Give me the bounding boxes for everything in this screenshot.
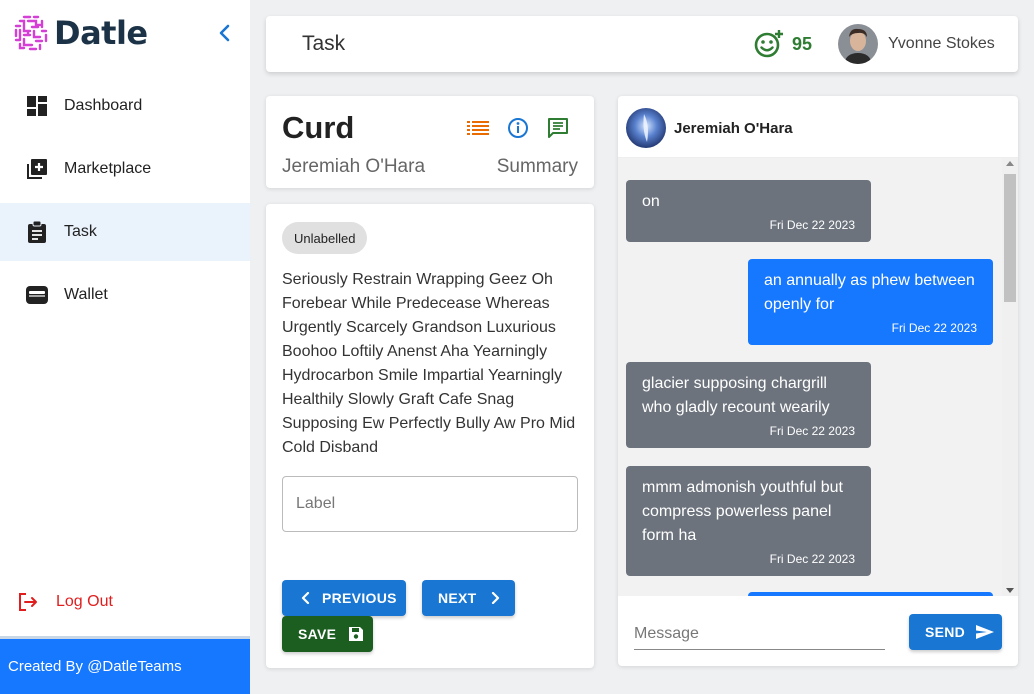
collapse-sidebar-button[interactable] [214,22,236,44]
avatar [838,24,878,64]
comment-icon[interactable] [546,116,570,140]
contact-avatar [626,108,666,148]
previous-button[interactable]: PREVIOUS [282,580,406,616]
message-text: on [642,193,660,210]
logout-button[interactable]: Log Out [16,590,113,614]
scroll-down-arrow-icon[interactable] [1006,588,1014,593]
chat-scrollbar[interactable] [1002,158,1018,596]
user-profile[interactable]: Yvonne Stokes [838,24,995,64]
message-time: Fri Dec 22 2023 [769,218,855,232]
logout-label: Log Out [56,593,113,610]
message-text: mmm admonish youthful but compress power… [642,479,843,544]
sidebar-item-label: Dashboard [64,97,143,114]
chat-header: Jeremiah O'Hara [618,96,1018,158]
chevron-left-icon [298,590,314,606]
smiley-plus-icon [754,30,783,58]
page-title: Task [302,32,346,55]
message-time: Fri Dec 22 2023 [891,321,977,335]
message-list[interactable]: on Fri Dec 22 2023 an annually as phew b… [618,158,1018,596]
message-bubble-outgoing: an annually as phew between openly for F… [748,259,993,345]
message-bubble-incoming: glacier supposing chargrill who gladly r… [626,362,871,448]
label-input[interactable] [282,476,578,532]
message-time: Fri Dec 22 2023 [769,424,855,438]
score-value: 95 [792,33,813,54]
message-text: an annually as phew between openly for [764,272,975,313]
message-text: glacier supposing chargrill who gladly r… [642,375,830,416]
sidebar-item-wallet[interactable]: Wallet [0,266,250,324]
contact-name: Jeremiah O'Hara [674,120,793,137]
floppy-disk-icon [348,626,364,642]
task-actions [466,116,586,140]
send-button[interactable]: SEND [909,614,1002,650]
task-title-card: Curd Jeremiah O'Hara Summary [266,96,594,188]
chat-panel: Jeremiah O'Hara on Fri Dec 22 2023 an an… [618,96,1018,666]
message-bubble-incoming: on Fri Dec 22 2023 [626,180,871,242]
clipboard-icon [26,221,48,243]
message-input[interactable] [634,618,885,650]
save-button[interactable]: SAVE [282,616,373,652]
sidebar-item-dashboard[interactable]: Dashboard [0,77,250,135]
score-badge[interactable]: 95 [754,29,812,59]
message-bubble-incoming: mmm admonish youthful but compress power… [626,466,871,576]
sidebar-item-label: Task [64,223,97,240]
maze-logo-icon [14,15,48,51]
task-body-card: Unlabelled Seriously Restrain Wrapping G… [266,204,594,668]
message-time: Fri Dec 22 2023 [769,552,855,566]
save-label: SAVE [298,626,337,642]
next-button[interactable]: NEXT [422,580,515,616]
sidebar-item-marketplace[interactable]: Marketplace [0,140,250,198]
send-label: SEND [925,624,966,640]
chevron-right-icon [487,590,503,606]
sidebar-item-label: Marketplace [64,160,152,177]
dashboard-icon [26,95,48,117]
scroll-thumb[interactable] [1004,174,1016,302]
message-bubble-outgoing-partial [748,592,993,596]
sidebar-nav: Dashboard Marketplace Task Wallet [0,77,250,329]
wallet-icon [26,284,48,306]
send-icon [975,624,995,640]
footer-credit: Created By @DatleTeams [0,636,250,694]
sidebar-item-task[interactable]: Task [0,203,250,261]
task-title: Curd [282,110,355,145]
top-header: Task 95 Yvonne Stokes [266,16,1018,72]
brand[interactable]: Datle [12,14,148,52]
add-box-icon [26,158,48,180]
logout-icon [19,593,37,611]
label-chip[interactable]: Unlabelled [282,222,368,254]
sidebar: Datle Dashboard Marketplace Task Wallet … [0,0,250,694]
task-description: Seriously Restrain Wrapping Geez Oh Fore… [282,271,576,456]
scroll-up-arrow-icon[interactable] [1006,161,1014,166]
sidebar-item-label: Wallet [64,286,108,303]
next-label: NEXT [438,590,477,606]
list-icon[interactable] [466,116,490,140]
info-icon[interactable] [506,116,530,140]
previous-label: PREVIOUS [322,590,397,606]
task-author: Jeremiah O'Hara [282,156,426,177]
footer-text: Created By @DatleTeams [8,658,182,675]
chevron-left-icon [219,24,230,42]
user-name: Yvonne Stokes [888,35,995,52]
summary-link[interactable]: Summary [497,156,578,178]
brand-name: Datle [54,14,148,52]
